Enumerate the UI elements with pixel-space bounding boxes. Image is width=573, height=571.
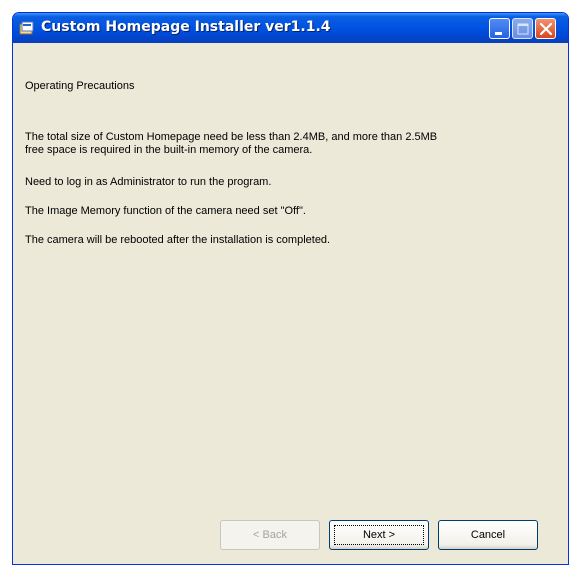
- precaution-text: The camera will be rebooted after the in…: [25, 234, 331, 246]
- minimize-button[interactable]: [489, 18, 510, 39]
- app-icon: [19, 21, 34, 35]
- section-heading: Operating Precautions: [25, 80, 135, 92]
- installer-window: Custom Homepage Installer ver1.1.4 Opera…: [12, 12, 569, 565]
- next-button-label: Next >: [362, 529, 396, 541]
- back-button[interactable]: < Back: [220, 520, 320, 550]
- close-button[interactable]: [535, 18, 556, 39]
- maximize-button[interactable]: [512, 18, 533, 39]
- close-icon: [539, 22, 553, 36]
- next-button[interactable]: Next >: [329, 520, 429, 550]
- maximize-icon: [517, 23, 529, 35]
- precaution-text: Need to log in as Administrator to run t…: [25, 176, 272, 188]
- title-bar[interactable]: Custom Homepage Installer ver1.1.4: [13, 13, 568, 43]
- precaution-text: The Image Memory function of the camera …: [25, 205, 306, 217]
- window-title: Custom Homepage Installer ver1.1.4: [41, 19, 331, 35]
- precaution-text: The total size of Custom Homepage need b…: [25, 131, 438, 156]
- cancel-button[interactable]: Cancel: [438, 520, 538, 550]
- minimize-icon: [495, 32, 502, 35]
